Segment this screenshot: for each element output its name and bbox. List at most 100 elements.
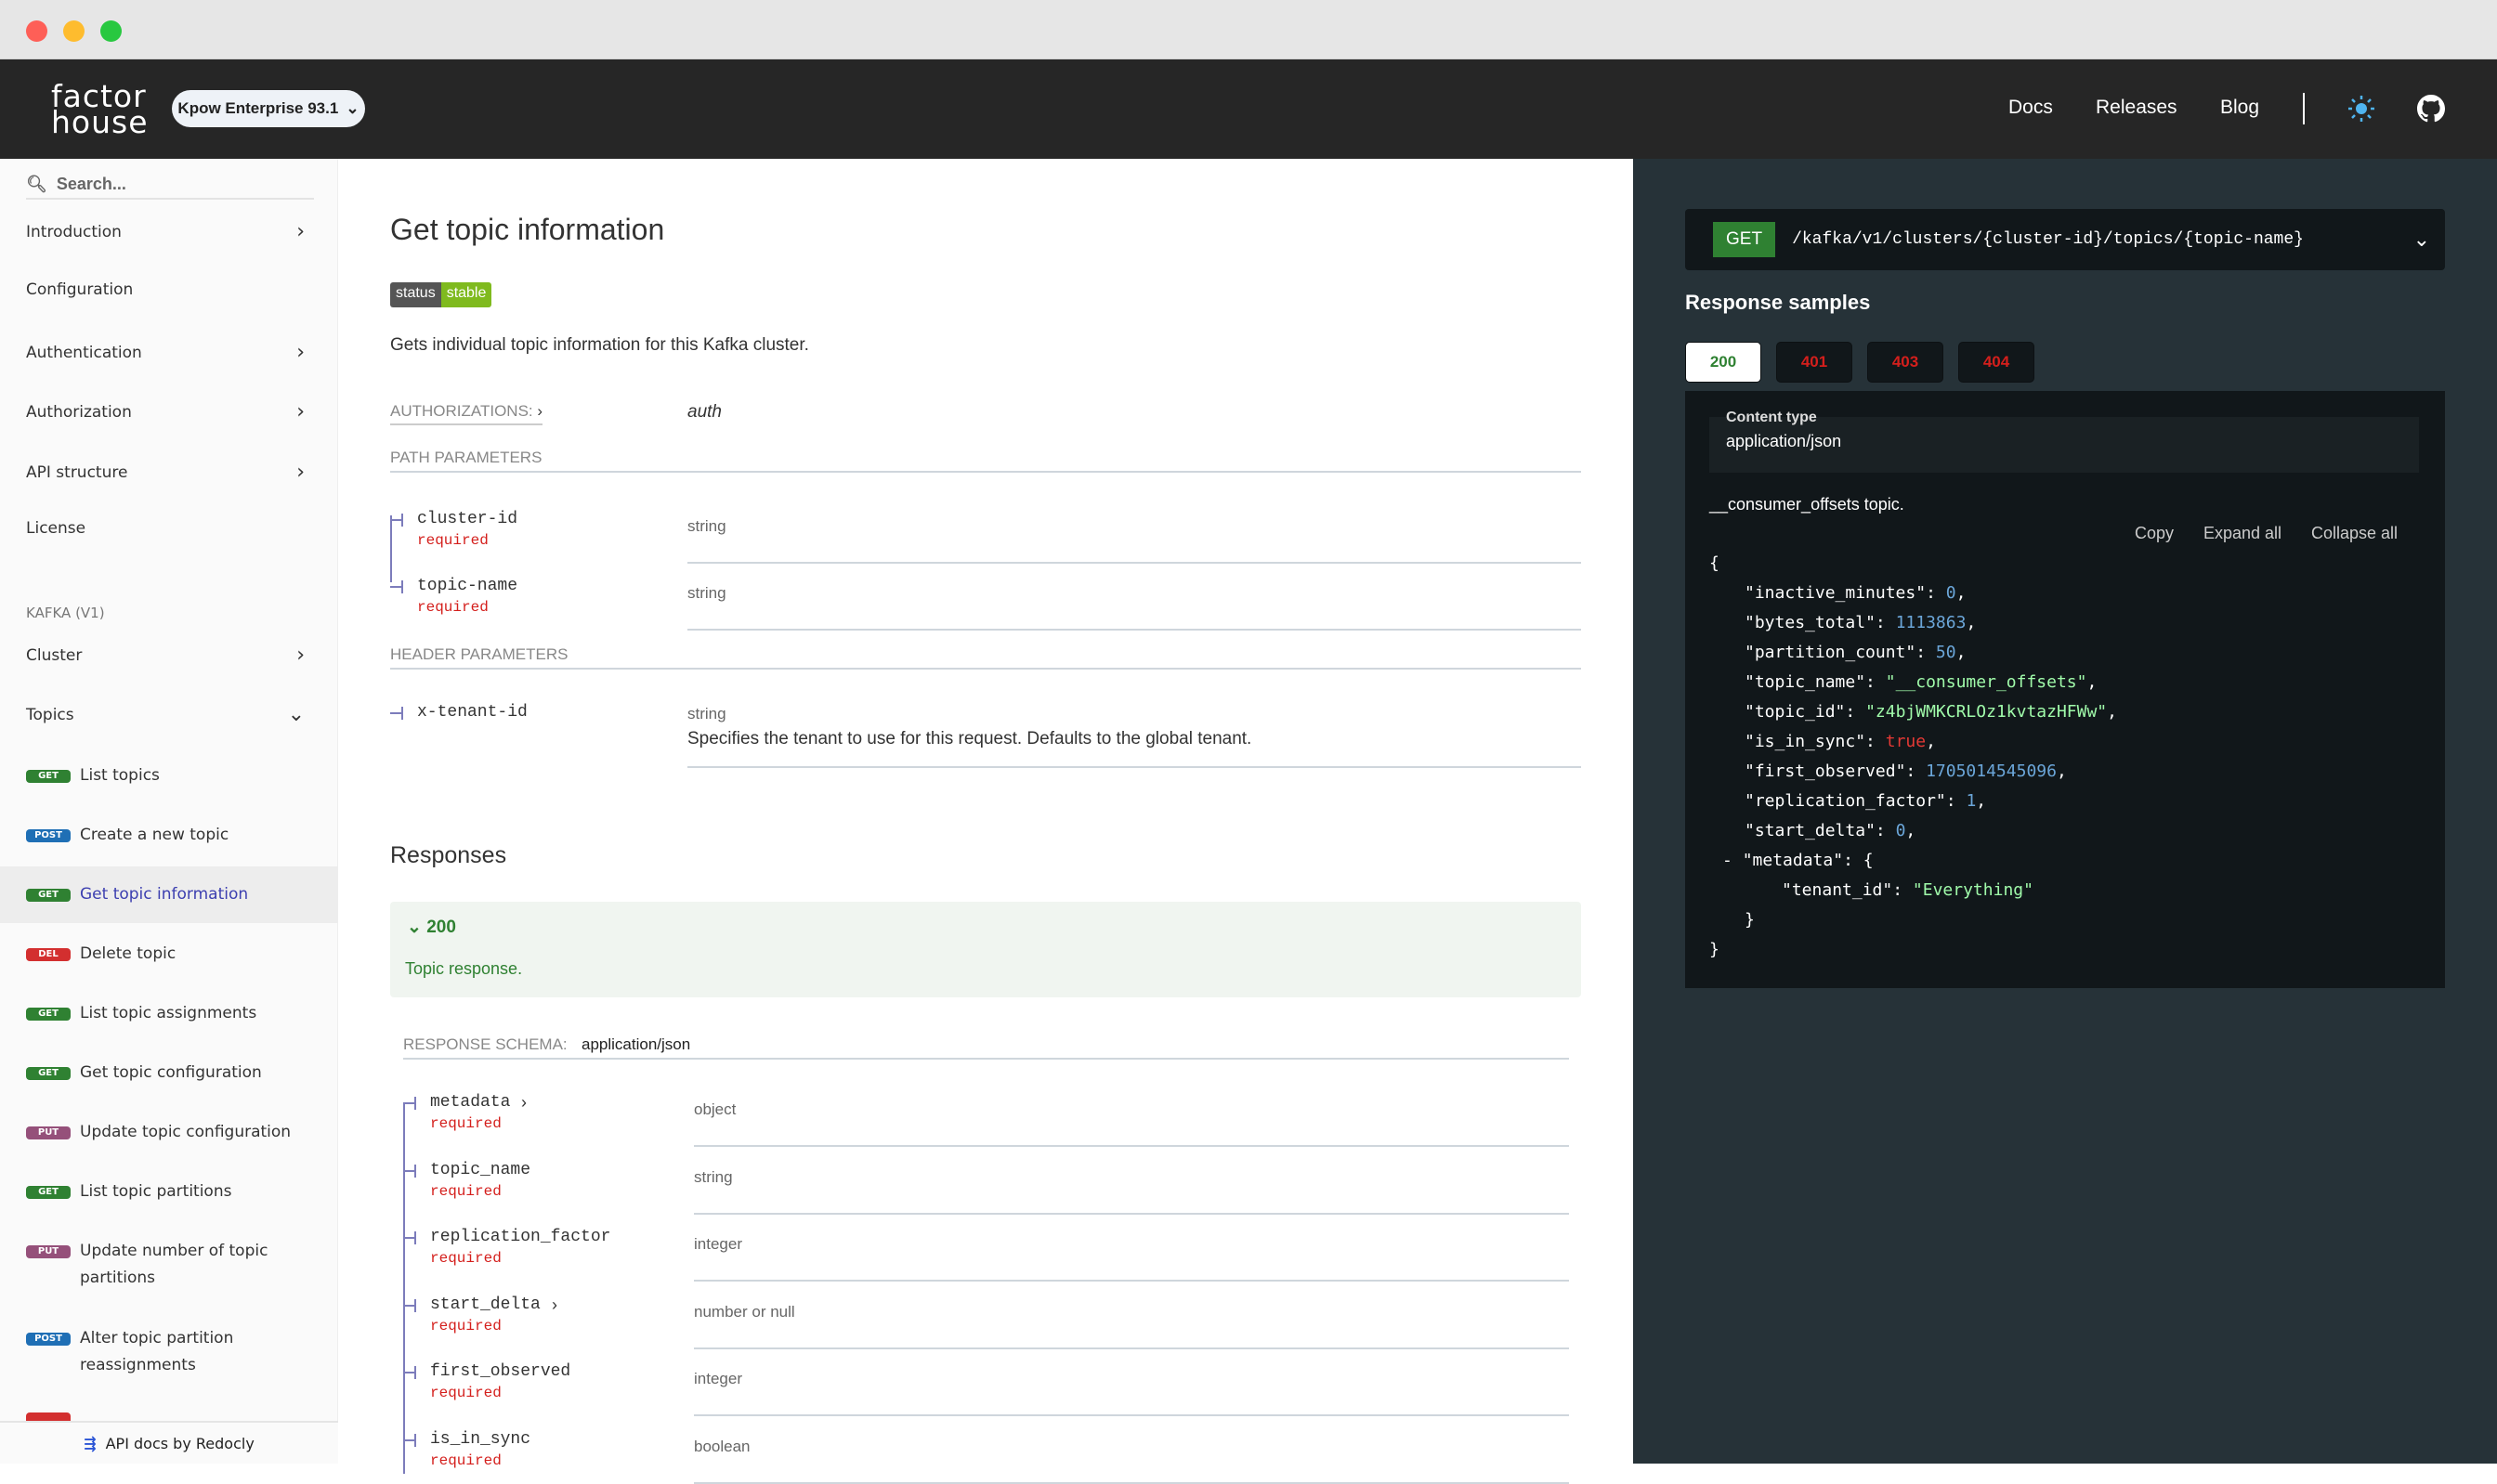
- json-line: "inactive_minutes": 0,: [1745, 579, 1966, 608]
- nav-blog[interactable]: Blog: [2220, 97, 2259, 119]
- row-divider: [687, 562, 1581, 564]
- required-label: required: [417, 532, 489, 549]
- operation-label: Alter topic partition reassignments: [80, 1325, 312, 1379]
- sidebar-item[interactable]: API structure›: [0, 461, 338, 484]
- operation-label: List topic assignments: [80, 1000, 312, 1027]
- status-badge: statusstable: [390, 282, 491, 307]
- page-title: Get topic information: [390, 213, 664, 247]
- chevron-right-icon: ›: [296, 400, 305, 423]
- endpoint-url-toggle[interactable]: GET/kafka/v1/clusters/{cluster-id}/topic…: [1685, 209, 2445, 270]
- sidebar-item-cluster[interactable]: Cluster›: [0, 644, 338, 667]
- chevron-right-icon[interactable]: ›: [552, 1295, 557, 1315]
- param-type: boolean: [694, 1438, 751, 1456]
- authorizations-toggle[interactable]: AUTHORIZATIONS: ›: [390, 402, 543, 425]
- method-badge: GET: [26, 770, 71, 783]
- sidebar-item[interactable]: Introduction›: [0, 220, 338, 243]
- required-label: required: [430, 1318, 502, 1334]
- required-label: required: [417, 599, 489, 616]
- sidebar-operation[interactable]: GETGet topic information: [0, 866, 338, 923]
- minimize-window-button[interactable]: [63, 20, 85, 42]
- tab-200[interactable]: 200: [1685, 342, 1761, 383]
- json-value: true: [1886, 732, 1926, 751]
- sidebar-operation[interactable]: POSTCreate a new topic: [0, 807, 338, 864]
- sidebar-item[interactable]: License: [0, 519, 338, 538]
- redocly-credit-link[interactable]: ⇶API docs by Redocly: [0, 1421, 338, 1464]
- tab-404[interactable]: 404: [1958, 342, 2034, 383]
- expand-all-button[interactable]: Expand all: [2203, 524, 2281, 543]
- json-brace: }: [1745, 905, 1755, 935]
- param-description: Specifies the tenant to use for this req…: [687, 729, 1251, 749]
- chevron-down-icon: ⌄: [407, 918, 426, 937]
- sidebar: 🔍︎Search... KAFKA (V1) Cluster› Topics⌄ …: [0, 159, 338, 1464]
- method-badge: GET: [26, 889, 71, 902]
- sidebar-item-label: License: [26, 519, 85, 538]
- collapse-toggle[interactable]: -: [1722, 851, 1743, 870]
- version-selector[interactable]: Kpow Enterprise 93.1⌄: [172, 90, 365, 127]
- json-line: "topic_name": "__consumer_offsets",: [1745, 668, 2097, 697]
- sidebar-item[interactable]: Authorization ›: [0, 400, 338, 423]
- json-line: "topic_id": "z4bjWMKCRLOz1kvtazHFWw",: [1745, 697, 2117, 727]
- param-name: topic-name: [417, 577, 517, 595]
- sidebar-operation[interactable]: GET Get topic configuration: [0, 1045, 338, 1101]
- endpoint-description: Gets individual topic information for th…: [390, 335, 809, 356]
- chevron-right-icon: ›: [537, 402, 543, 420]
- search-input[interactable]: 🔍︎Search...: [26, 170, 314, 200]
- github-icon[interactable]: [2417, 95, 2445, 123]
- chevron-down-icon: ⌄: [2413, 228, 2430, 252]
- sidebar-operation[interactable]: PUTUpdate topic configuration: [0, 1104, 338, 1161]
- json-line: "tenant_id": "Everything": [1782, 876, 2033, 905]
- row-divider: [694, 1280, 1569, 1282]
- sample-description: __consumer_offsets topic.: [1709, 495, 1904, 514]
- chevron-right-icon[interactable]: ›: [521, 1093, 527, 1113]
- sidebar-operation[interactable]: GETList topic partitions: [0, 1164, 338, 1220]
- sidebar-item-label: Introduction: [26, 223, 122, 241]
- sidebar-operation[interactable]: GETList topics: [0, 748, 338, 804]
- tree-line: [390, 515, 392, 582]
- factor-house-logo[interactable]: factorhouse: [51, 84, 149, 136]
- tree-connector: [403, 1305, 416, 1307]
- sidebar-operation[interactable]: DELDelete topic: [0, 926, 338, 983]
- json-value: 50: [1936, 643, 1956, 662]
- tree-connector: [390, 586, 403, 588]
- response-200-toggle[interactable]: ⌄ 200 Topic response.: [390, 902, 1581, 997]
- method-badge: GET: [26, 1067, 71, 1080]
- maximize-window-button[interactable]: [100, 20, 122, 42]
- json-value: 0: [1946, 583, 1956, 603]
- json-key: first_observed: [1755, 762, 1896, 781]
- sidebar-item-topics[interactable]: Topics⌄: [0, 703, 338, 726]
- top-header: factorhouse Kpow Enterprise 93.1⌄ Docs R…: [0, 59, 2497, 159]
- sidebar-operation[interactable]: PUTUpdate number of topic partitions: [0, 1223, 338, 1307]
- theme-toggle-sun-icon[interactable]: [2347, 95, 2375, 123]
- tree-connector: [403, 1237, 416, 1239]
- json-key: start_delta: [1755, 821, 1865, 840]
- operation-label: Get topic configuration: [80, 1060, 312, 1087]
- required-label: required: [430, 1183, 502, 1200]
- tab-403[interactable]: 403: [1867, 342, 1943, 383]
- sidebar-item-label: Authentication: [26, 344, 142, 362]
- operation-label: Delete topic: [80, 941, 312, 968]
- row-divider: [694, 1414, 1569, 1416]
- sidebar-item-label: Authorization: [26, 403, 132, 422]
- header-params-label: HEADER PARAMETERS: [390, 645, 568, 664]
- sidebar-item[interactable]: Authentication›: [0, 341, 338, 364]
- main-content: Get topic information statusstable Gets …: [338, 159, 1633, 1464]
- tree-line: [403, 1102, 405, 1474]
- sidebar-operation[interactable]: GETList topic assignments: [0, 985, 338, 1042]
- response-samples-panel: GET/kafka/v1/clusters/{cluster-id}/topic…: [1633, 159, 2497, 1464]
- close-window-button[interactable]: [26, 20, 47, 42]
- json-line: "partition_count": 50,: [1745, 638, 1966, 668]
- nav-releases[interactable]: Releases: [2096, 97, 2177, 119]
- json-line: "is_in_sync": true,: [1745, 727, 1936, 757]
- param-type: string: [687, 584, 726, 603]
- nav-docs[interactable]: Docs: [2008, 97, 2053, 119]
- sidebar-operation[interactable]: POSTAlter topic partition reassignments: [0, 1310, 338, 1394]
- group-label: KAFKA (V1): [26, 605, 105, 621]
- collapse-all-button[interactable]: Collapse all: [2311, 524, 2398, 543]
- param-type: integer: [694, 1235, 742, 1254]
- param-name: is_in_sync: [430, 1430, 530, 1449]
- tab-401[interactable]: 401: [1776, 342, 1852, 383]
- operation-label: List topic partitions: [80, 1178, 312, 1205]
- sidebar-item[interactable]: Configuration: [0, 280, 338, 299]
- response-samples-heading: Response samples: [1685, 291, 1870, 315]
- copy-button[interactable]: Copy: [2135, 524, 2174, 543]
